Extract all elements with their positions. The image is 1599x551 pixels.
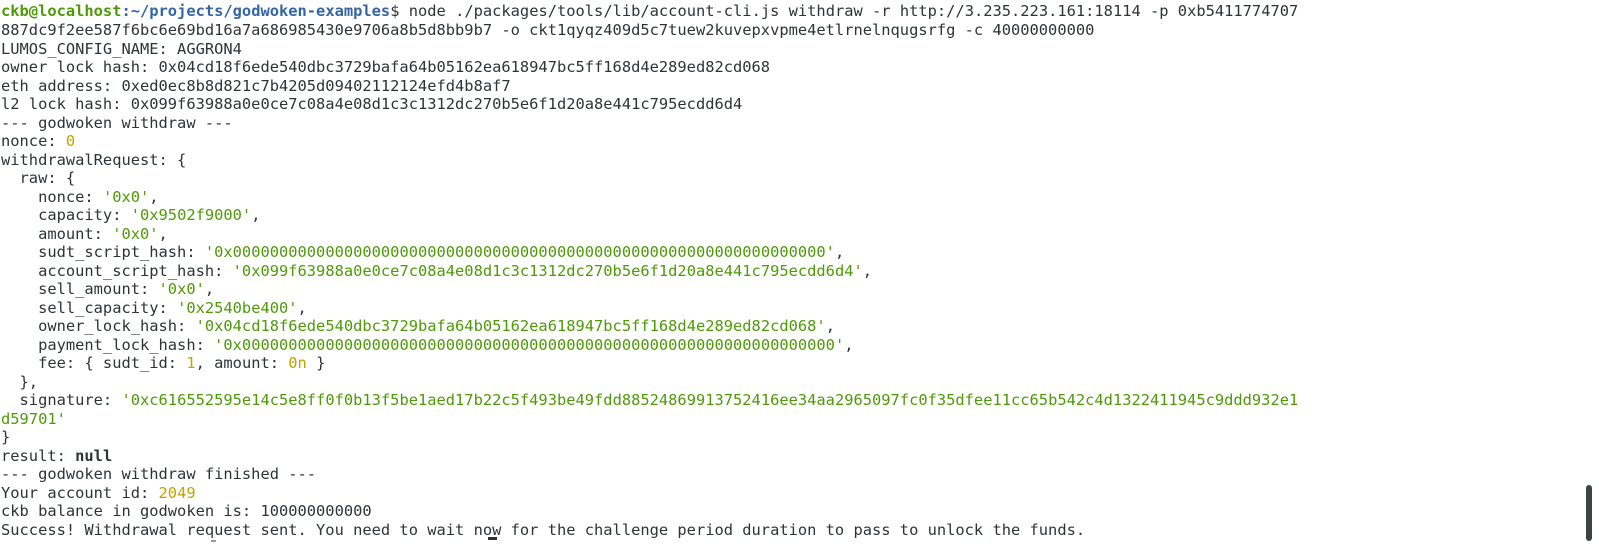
field-value: '0x0000000000000000000000000000000000000… (214, 336, 845, 354)
field-end: , (149, 188, 159, 206)
account-id-label: Your account id: (1, 484, 159, 502)
command-continuation: 887dc9f2ee587f6bc6e69bd16a7a686985430e97… (1, 21, 1095, 39)
field-key: account_script_hash: (1, 262, 233, 280)
raw-field-line: amount: '0x0', (1, 225, 168, 244)
signature-value-cont: d59701' (1, 410, 66, 428)
withdraw-header-line: --- godwoken withdraw --- (1, 114, 233, 132)
result-label: result: (1, 447, 76, 465)
field-value: '0x099f63988a0e0ce7c08a4e08d1c3c1312dc27… (232, 262, 863, 280)
scrollbar-thumb[interactable] (1586, 485, 1592, 541)
partial-next-line (211, 540, 216, 542)
field-key: amount: (1, 225, 113, 243)
vertical-scrollbar[interactable] (1578, 0, 1599, 551)
field-key: capacity: (1, 206, 131, 224)
raw-field-line: owner_lock_hash: '0x04cd18f6ede540dbc372… (1, 317, 835, 336)
fee-line: fee: { sudt_id: 1, amount: 0n } (1, 354, 325, 373)
signature-continuation: d59701' (1, 410, 66, 429)
fee-prefix: fee: { sudt_id: (1, 354, 187, 372)
field-key: sell_amount: (1, 280, 159, 298)
signature-value: '0xc616552595e14c5e8ff0f0b13f5be1aed17b2… (121, 391, 1299, 409)
field-end: , (204, 280, 215, 298)
l2-lock-hash-line: l2 lock hash: 0x099f63988a0e0ce7c08a4e08… (1, 95, 743, 113)
raw-field-line: sell_capacity: '0x2540be400', (1, 299, 307, 318)
request-close-line: } (1, 428, 11, 446)
request-open-line: withdrawalRequest: { (1, 151, 187, 169)
prompt-user-host: ckb@localhost (1, 2, 122, 20)
raw-field-line: sudt_script_hash: '0x0000000000000000000… (1, 243, 844, 262)
result-line: result: null (1, 447, 112, 466)
nonce-value: 0 (65, 132, 76, 150)
prompt-symbol: $ (390, 2, 409, 20)
raw-close-line: }, (1, 373, 39, 391)
raw-field-line: capacity: '0x9502f9000', (1, 206, 260, 225)
balance-line: ckb balance in godwoken is: 100000000000 (1, 502, 372, 520)
field-value: '0x9502f9000' (130, 206, 252, 224)
fee-amount: 0n (288, 354, 307, 372)
field-end: , (834, 243, 845, 261)
field-key: sell_capacity: (1, 299, 178, 317)
raw-open-line: raw: { (1, 169, 76, 187)
raw-field-line: sell_amount: '0x0', (1, 280, 214, 299)
nonce-label: nonce: (1, 132, 66, 150)
raw-field-line: account_script_hash: '0x099f63988a0e0ce7… (1, 262, 872, 281)
field-key: owner_lock_hash: (1, 317, 196, 335)
account-id-line: Your account id: 2049 (1, 484, 196, 503)
field-end: , (862, 262, 873, 280)
field-value: '0x2540be400' (177, 299, 298, 317)
field-end: , (844, 336, 854, 354)
lumos-config-line: LUMOS_CONFIG_NAME: AGGRON4 (1, 40, 242, 58)
result-value: null (75, 447, 113, 465)
eth-address-line: eth address: 0xed0ec8b8d821c7b4205d09402… (1, 77, 511, 95)
field-end: , (251, 206, 261, 224)
account-id-value: 2049 (158, 484, 196, 502)
success-line: Success! Withdrawal request sent. You ne… (1, 521, 1086, 539)
field-value: '0x0' (158, 280, 205, 298)
raw-field-line: payment_lock_hash: '0x000000000000000000… (1, 336, 854, 355)
prompt-path: :~/projects/godwoken-examples (121, 2, 391, 20)
field-value: '0x0' (102, 188, 150, 206)
fee-sudt-id: 1 (186, 354, 196, 372)
field-value: '0x04cd18f6ede540dbc3729bafa64b05162ea61… (195, 317, 826, 335)
signature-line: signature: '0xc616552595e14c5e8ff0f0b13f… (1, 391, 1299, 410)
field-end: , (297, 299, 307, 317)
field-key: nonce: (1, 188, 103, 206)
command-text: node ./packages/tools/lib/account-cli.js… (408, 2, 1299, 20)
owner-lock-hash-line: owner lock hash: 0x04cd18f6ede540dbc3729… (1, 58, 771, 76)
signature-label: signature: (1, 391, 122, 409)
fee-suffix: } (306, 354, 326, 372)
text-cursor (488, 537, 497, 540)
withdraw-finished-line: --- godwoken withdraw finished --- (1, 465, 317, 483)
field-value: '0x0000000000000000000000000000000000000… (204, 243, 835, 261)
field-end: , (825, 317, 835, 335)
field-key: sudt_script_hash: (1, 243, 205, 261)
field-value: '0x0' (112, 225, 159, 243)
field-key: payment_lock_hash: (1, 336, 215, 354)
fee-mid: , amount: (195, 354, 289, 372)
field-end: , (158, 225, 168, 243)
terminal-output[interactable]: ckb@localhost:~/projects/godwoken-exampl… (0, 0, 1579, 551)
prompt-line: ckb@localhost:~/projects/godwoken-exampl… (1, 2, 1298, 21)
nonce-line: nonce: 0 (1, 132, 75, 151)
raw-field-line: nonce: '0x0', (1, 188, 159, 207)
